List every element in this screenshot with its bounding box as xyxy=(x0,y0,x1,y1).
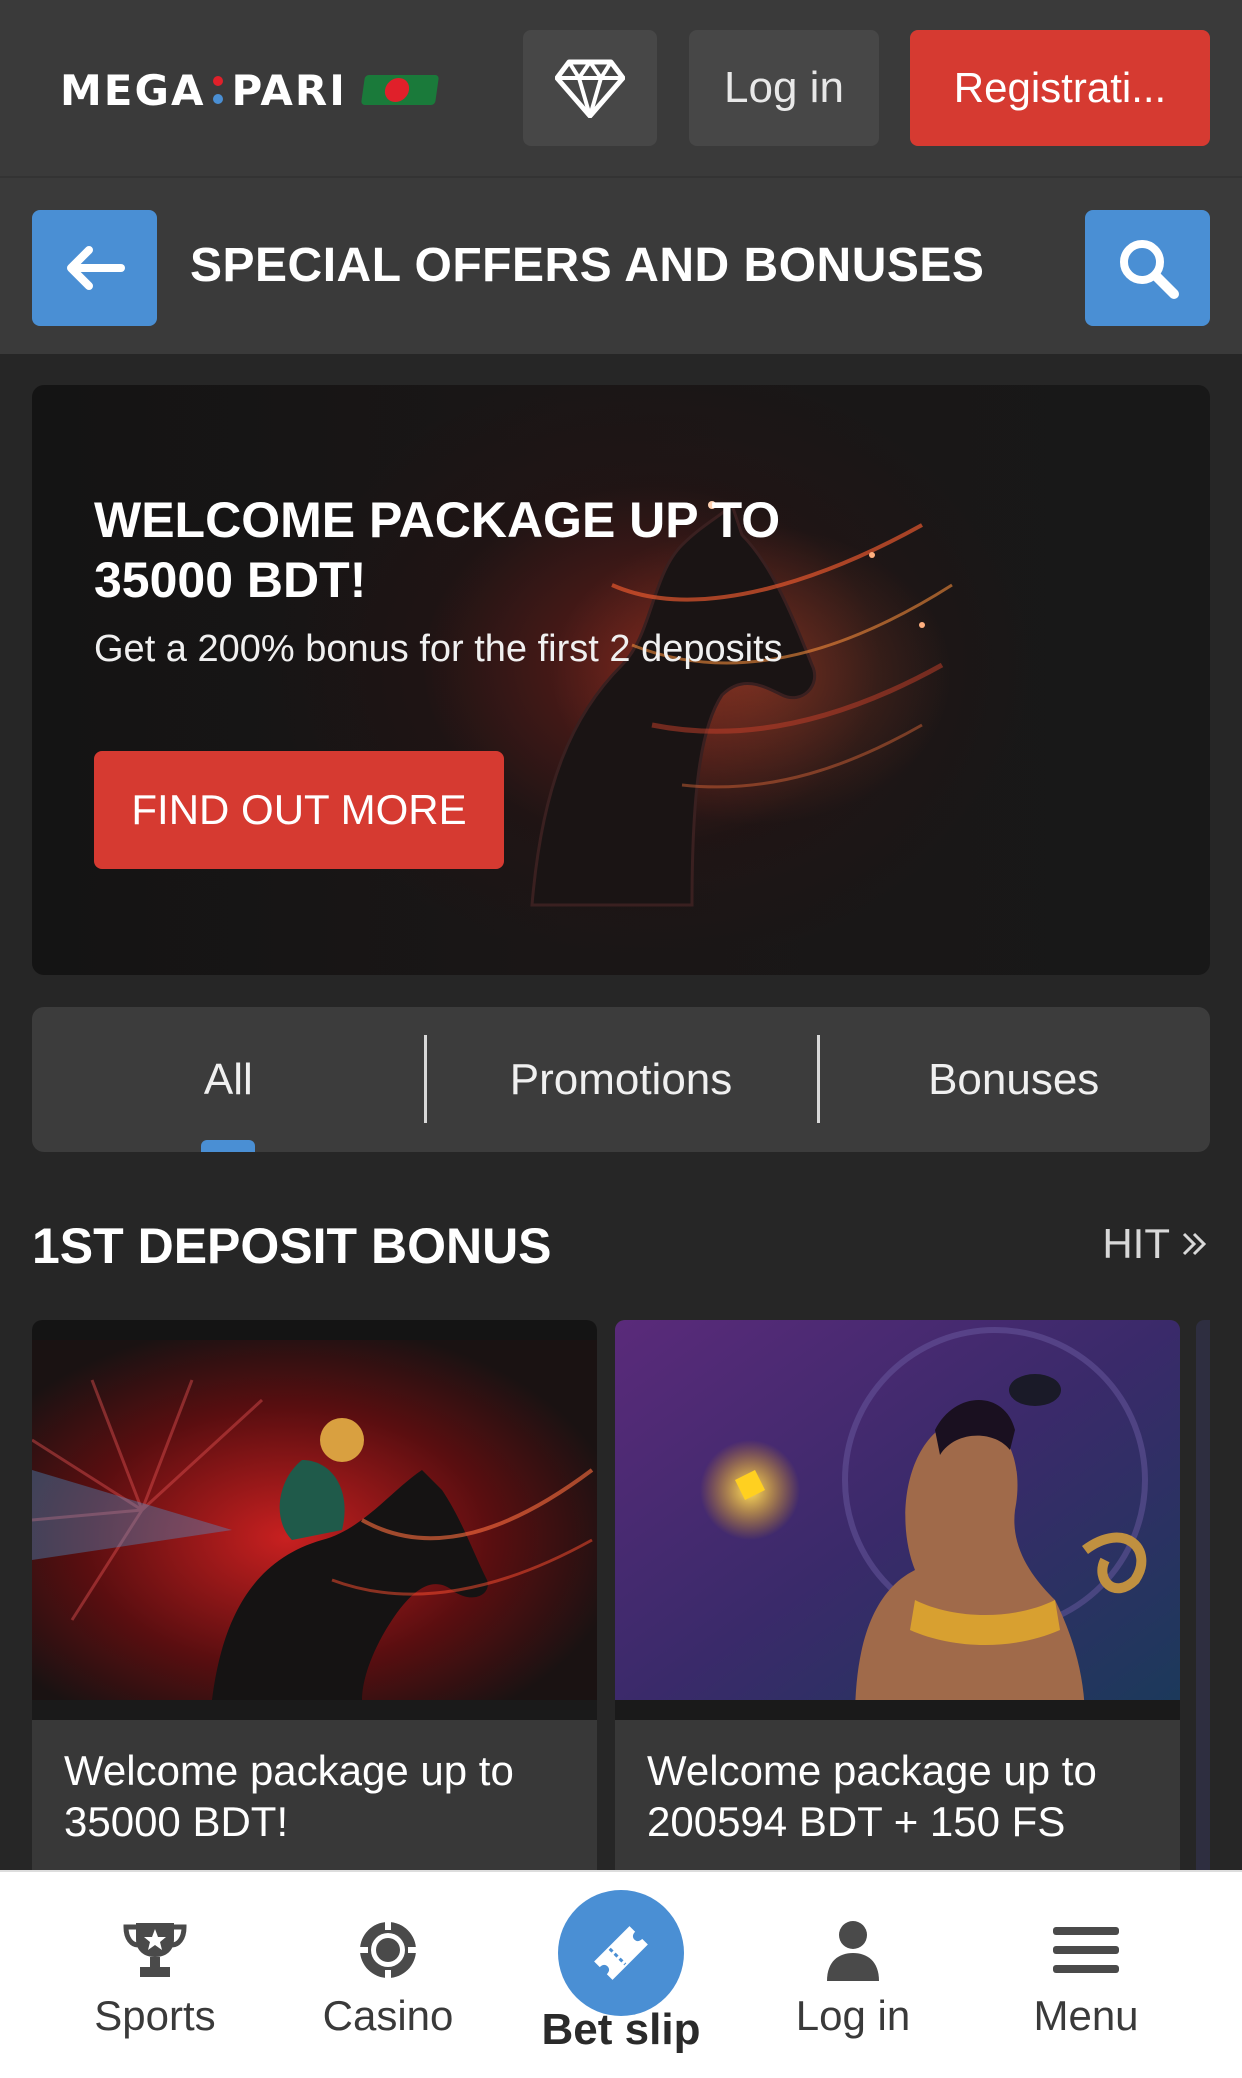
tab-bonuses[interactable]: Bonuses xyxy=(817,1007,1210,1152)
page-titlebar: SPECIAL OFFERS AND BONUSES xyxy=(0,176,1242,354)
nav-menu[interactable]: Menu xyxy=(976,1872,1196,2078)
nav-login[interactable]: Log in xyxy=(743,1872,963,2078)
egyptian-queen-image xyxy=(615,1320,1180,1720)
next-card-peek[interactable] xyxy=(1196,1320,1210,1880)
tab-bonuses-label: Bonuses xyxy=(928,1054,1100,1104)
bonus-card[interactable]: Welcome package up to 200594 BDT + 150 F… xyxy=(615,1320,1180,1880)
hit-link[interactable]: HIT xyxy=(1102,1220,1210,1268)
bonus-card-text: Welcome package up to 35000 BDT! xyxy=(64,1747,514,1845)
bonus-card-text: Welcome package up to 200594 BDT + 150 F… xyxy=(647,1747,1097,1845)
tab-all[interactable]: All xyxy=(32,1007,425,1152)
diamond-icon xyxy=(555,59,625,118)
top-header: MEGA PARI Log in Registrati... xyxy=(0,0,1242,176)
bangladesh-flag-icon xyxy=(360,75,439,105)
back-button[interactable] xyxy=(32,210,157,326)
find-out-more-button[interactable]: FIND OUT MORE xyxy=(94,751,504,869)
nav-login-label: Log in xyxy=(795,1992,911,2039)
banner-subtitle: Get a 200% bonus for the first 2 deposit… xyxy=(94,628,783,670)
welcome-banner[interactable]: WELCOME PACKAGE UP TO 35000 BDT! Get a 2… xyxy=(32,385,1210,975)
search-icon xyxy=(1119,240,1179,299)
tab-promotions-label: Promotions xyxy=(509,1054,733,1104)
nav-menu-label: Menu xyxy=(1033,1992,1139,2039)
megapari-logo[interactable]: MEGA PARI xyxy=(60,60,439,120)
registration-button[interactable]: Registrati... xyxy=(910,30,1210,146)
nav-sports[interactable]: Sports xyxy=(45,1872,265,2078)
page-title: SPECIAL OFFERS AND BONUSES xyxy=(190,239,985,292)
double-chevron-right-icon xyxy=(1182,1232,1207,1256)
search-button[interactable] xyxy=(1085,210,1210,326)
hamburger-menu-icon xyxy=(1053,1927,1119,1973)
nav-sports-label: Sports xyxy=(94,1992,216,2039)
banner-title: WELCOME PACKAGE UP TO 35000 BDT! xyxy=(94,492,781,608)
tab-promotions[interactable]: Promotions xyxy=(425,1007,818,1152)
logo-text-right: PARI xyxy=(231,65,347,115)
trophy-icon xyxy=(123,1923,187,1977)
bet-slip-label[interactable]: Bet slip xyxy=(520,2005,722,2055)
bet-slip-button[interactable] xyxy=(558,1890,684,2016)
login-button[interactable]: Log in xyxy=(689,30,879,146)
arrow-left-icon xyxy=(66,246,125,290)
hit-link-label: HIT xyxy=(1102,1220,1170,1267)
tab-all-label: All xyxy=(203,1054,253,1104)
logo-text-left: MEGA xyxy=(60,65,206,115)
nav-casino[interactable]: Casino xyxy=(278,1872,498,2078)
ticket-icon xyxy=(594,1926,648,1980)
section-title: 1ST DEPOSIT BONUS xyxy=(32,1218,552,1274)
logo-colon xyxy=(213,76,224,104)
diamond-bonus-button[interactable] xyxy=(523,30,657,146)
nav-casino-label: Casino xyxy=(322,1992,454,2039)
user-icon xyxy=(827,1921,879,1981)
jockey-horse-image xyxy=(32,1320,597,1720)
active-tab-indicator xyxy=(201,1140,256,1152)
casino-chip-icon xyxy=(360,1922,416,1978)
bonus-card[interactable]: Welcome package up to 35000 BDT! xyxy=(32,1320,597,1880)
category-tabs: All Promotions Bonuses xyxy=(32,1007,1210,1152)
